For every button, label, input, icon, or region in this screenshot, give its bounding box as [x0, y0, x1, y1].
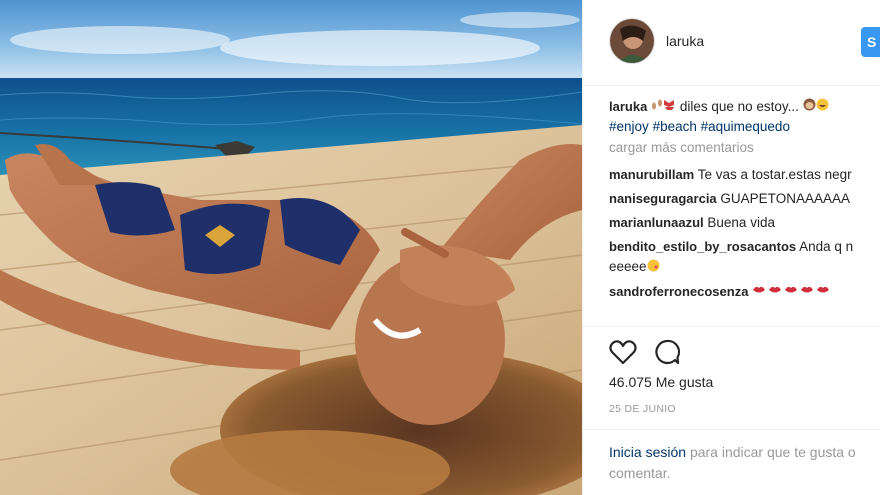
laughing-face-icon: [816, 97, 829, 117]
bikini-icon: [663, 97, 676, 117]
comments-list: laruka diles que no estoy... #enjoy #bea…: [609, 97, 880, 306]
lips-icon: [752, 282, 830, 302]
follow-button[interactable]: S: [861, 27, 880, 57]
hashtag-aquimequedo[interactable]: #aquimequedo: [701, 119, 790, 134]
footprints-icon: [651, 97, 663, 117]
hashtag-enjoy[interactable]: #enjoy: [609, 119, 649, 134]
login-prompt-text: para indicar que te gusta o: [689, 444, 856, 460]
comment: manurubillam Te vas a tostar.estas negr: [609, 165, 880, 185]
comment-username[interactable]: sandroferronecosenza: [609, 284, 748, 299]
comment: marianlunaazul Buena vida: [609, 213, 880, 233]
comment: sandroferronecosenza: [609, 282, 880, 302]
login-prompt: Inicia sesión para indicar que te gusta …: [583, 429, 880, 484]
comment-username[interactable]: naniseguragarcia: [609, 191, 717, 206]
comment-username[interactable]: manurubillam: [609, 167, 694, 182]
comment-text: GUAPETONAAAAAA: [720, 191, 850, 207]
comment: naniseguragarcia GUAPETONAAAAAA: [609, 189, 880, 209]
post-username[interactable]: laruka: [666, 33, 704, 49]
login-link[interactable]: Inicia sesión: [609, 444, 686, 460]
login-prompt-text-continued: comentar.: [609, 465, 671, 481]
comment-bubble-icon[interactable]: [653, 339, 681, 370]
post-photo: [0, 0, 582, 495]
hashtag-beach[interactable]: #beach: [653, 119, 697, 134]
post-date: 25 DE JUNIO: [609, 403, 676, 415]
comment-text: Te vas a tostar.estas negr: [697, 167, 852, 183]
comment: bendito_estilo_by_rosacantos Anda q n ee…: [609, 237, 880, 277]
comment-username[interactable]: bendito_estilo_by_rosacantos: [609, 239, 796, 254]
caption-text: diles que no estoy...: [679, 99, 799, 114]
load-more-comments[interactable]: cargar más comentarios: [609, 138, 880, 158]
comment-text-continued: eeeee: [609, 259, 647, 275]
post-sidebar: laruka S laruka diles que no estoy... #e…: [582, 0, 880, 495]
caption-hashtags: #enjoy #beach #aquimequedo: [609, 117, 880, 137]
avatar[interactable]: [609, 18, 655, 64]
caption: laruka diles que no estoy...: [609, 97, 880, 117]
caption-username[interactable]: laruka: [609, 99, 647, 114]
post-header: laruka S: [583, 0, 880, 86]
heart-icon[interactable]: [609, 339, 637, 370]
likes-count[interactable]: 46.075 Me gusta: [609, 374, 713, 390]
post-actions: [583, 326, 880, 365]
kissing-face-icon: [647, 258, 660, 278]
comment-username[interactable]: marianlunaazul: [609, 215, 704, 230]
comment-text: Buena vida: [707, 215, 775, 231]
comment-text: Anda q n: [799, 239, 854, 255]
monkey-icon: [803, 97, 816, 117]
